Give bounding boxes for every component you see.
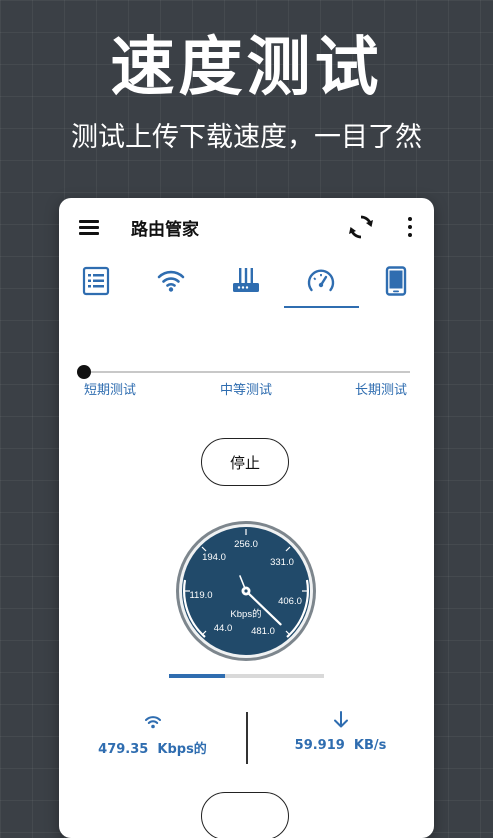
gauge-tick-label: 331.0 [270, 557, 294, 568]
more-options-icon[interactable] [398, 214, 422, 240]
gauge-unit: Kbps的 [230, 608, 261, 620]
tab-indicator [284, 306, 359, 308]
router-icon [233, 268, 259, 292]
tab-device[interactable] [359, 256, 434, 310]
option-medium-test[interactable]: 中等测试 [220, 379, 272, 398]
tab-router[interactable] [209, 256, 284, 310]
wifi-icon [157, 270, 185, 292]
gauge-tick-label: 44.0 [214, 623, 233, 634]
tab-speed-test[interactable] [284, 256, 359, 310]
stop-button[interactable]: 停止 [201, 438, 289, 486]
list-icon [82, 266, 110, 296]
tab-list[interactable] [59, 256, 134, 310]
hero-title: 速度测试 [110, 31, 383, 105]
tab-bar [59, 256, 434, 310]
gauge-tick-label: 481.0 [251, 626, 275, 637]
option-long-test[interactable]: 长期测试 [355, 379, 407, 398]
test-progress-bar [169, 674, 324, 678]
download-speed-readout: 59.919 KB/s [294, 738, 387, 753]
test-duration-slider[interactable] [84, 371, 410, 373]
test-progress-fill [169, 674, 225, 678]
app-title: 路由管家 [131, 220, 199, 240]
speed-gauge: 256.0 331.0 406.0 481.0 44.0 119.0 194.0… [175, 520, 317, 662]
secondary-action-button[interactable] [201, 792, 289, 838]
tab-wifi[interactable] [134, 256, 209, 310]
menu-icon[interactable] [77, 217, 101, 237]
wifi-speed-icon [145, 716, 161, 729]
hero-subtitle: 测试上传下载速度，一目了然 [71, 122, 422, 153]
gauge-tick-label: 119.0 [189, 590, 212, 601]
gauge-tick-label: 406.0 [278, 596, 302, 607]
speedometer-icon [307, 269, 335, 292]
refresh-icon[interactable] [347, 213, 375, 241]
phone-screen: 路由管家 短期测试 中等测试 长期测试 停止 256.0 331.0 406.0… [59, 198, 434, 838]
download-arrow-icon [334, 711, 348, 728]
phone-icon [385, 266, 407, 296]
wifi-speed-readout: 479.35 Kbps的 [98, 742, 207, 757]
gauge-tick-label: 194.0 [202, 552, 226, 563]
app-bar: 路由管家 [59, 198, 434, 256]
slider-thumb[interactable] [77, 365, 91, 379]
option-short-test[interactable]: 短期测试 [84, 379, 136, 398]
gauge-tick-label: 256.0 [234, 539, 258, 550]
